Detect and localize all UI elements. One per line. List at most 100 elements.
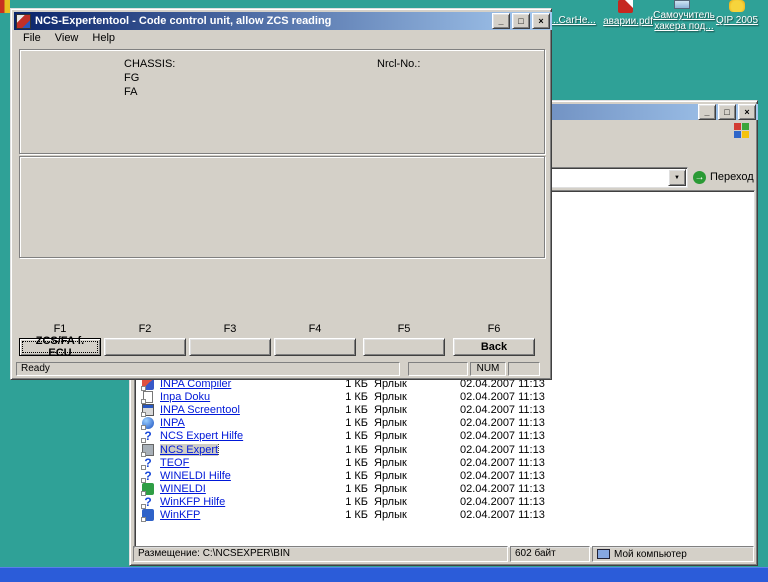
address-dropdown-icon[interactable] <box>668 169 686 186</box>
file-link[interactable]: INPA <box>160 417 185 429</box>
menu-file[interactable]: File <box>16 31 48 45</box>
ncs-menubar: File View Help <box>14 30 550 46</box>
file-link[interactable]: WINELDI <box>160 483 206 495</box>
menu-help[interactable]: Help <box>85 31 122 45</box>
f4-button[interactable] <box>274 338 356 356</box>
window-title: NCS-Expertentool - Code control unit, al… <box>35 15 332 27</box>
file-size: 1 КБ <box>345 509 368 522</box>
status-pane-num: NUM <box>470 362 506 376</box>
chassis-label: CHASSIS: <box>124 58 176 70</box>
go-button[interactable]: Переход <box>693 168 754 186</box>
file-type: Ярлык <box>374 469 407 482</box>
file-size: 1 КБ <box>345 390 368 403</box>
go-label: Переход <box>710 171 754 183</box>
file-date: 02.04.2007 11:13 <box>460 417 545 430</box>
file-date: 02.04.2007 11:13 <box>460 390 545 403</box>
file-date: 02.04.2007 11:13 <box>460 469 545 482</box>
fkey-label-f1: F1 <box>53 323 67 335</box>
status-message: Ready <box>16 362 400 376</box>
file-size: 1 КБ <box>345 443 368 456</box>
file-link[interactable]: NCS Expert <box>160 443 220 456</box>
qip-icon[interactable] <box>729 0 745 12</box>
desktop-icon-qip[interactable]: QIP 2005 <box>711 15 763 26</box>
f5-button[interactable] <box>363 338 445 356</box>
file-row: INPA Screentool 1 КБ Ярлык 02.04.2007 11… <box>136 403 753 417</box>
menu-view[interactable]: View <box>48 31 86 45</box>
file-link[interactable]: TEOF <box>160 457 189 469</box>
file-type: Ярлык <box>374 430 407 443</box>
status-zone: Мой компьютер <box>592 546 754 562</box>
file-link[interactable]: WinKFP Hilfe <box>160 496 225 508</box>
file-date: 02.04.2007 11:13 <box>460 483 545 496</box>
file-type: Ярлык <box>374 390 407 403</box>
file-type: Ярлык <box>374 483 407 496</box>
fkey-label-f5: F5 <box>397 323 411 335</box>
file-type: Ярлык <box>374 403 407 416</box>
file-type: Ярлык <box>374 496 407 509</box>
explorer-statusbar: Размещение: C:\NCSEXPER\BIN 602 байт Мой… <box>133 546 754 562</box>
file-date: 02.04.2007 11:13 <box>460 403 545 416</box>
f1-zcsfa-ecu-button[interactable]: ZCS/FA f. ECU <box>19 335 101 359</box>
taskbar[interactable] <box>0 567 768 582</box>
file-link[interactable]: WinKFP <box>160 509 200 521</box>
file-date: 02.04.2007 11:13 <box>460 430 545 443</box>
shortcut-file-icon <box>141 443 154 457</box>
shortcut-file-icon <box>141 430 154 444</box>
file-type: Ярлык <box>374 417 407 430</box>
file-row: TEOF 1 КБ Ярлык 02.04.2007 11:13 <box>136 456 753 470</box>
status-pane-cap <box>408 362 468 376</box>
book-icon[interactable] <box>674 0 690 9</box>
status-zone-label: Мой компьютер <box>614 548 687 560</box>
file-date: 02.04.2007 11:13 <box>460 456 545 469</box>
close-button[interactable]: × <box>738 104 756 120</box>
file-row-selected: NCS Expert 1 КБ Ярлык 02.04.2007 11:13 <box>136 443 753 457</box>
file-row: WinKFP 1 КБ Ярлык 02.04.2007 11:13 <box>136 509 753 523</box>
nrcl-label: Nrcl-No.: <box>377 58 421 70</box>
shortcut-file-icon <box>141 509 154 523</box>
shortcut-file-icon <box>141 457 154 470</box>
file-size: 1 КБ <box>345 417 368 430</box>
file-size: 1 КБ <box>345 483 368 496</box>
vehicle-info-panel: CHASSIS: FG FA Nrcl-No.: <box>19 49 545 154</box>
f6-back-button[interactable]: Back <box>453 338 535 356</box>
close-button[interactable]: × <box>532 13 550 29</box>
file-link[interactable]: WINELDI Hilfe <box>160 470 231 482</box>
file-size: 1 КБ <box>345 430 368 443</box>
file-type: Ярлык <box>374 443 407 456</box>
file-row: WINELDI 1 КБ Ярлык 02.04.2007 11:13 <box>136 483 753 497</box>
desktop-icon-hacker-book[interactable]: Самоучитель хакера под... <box>650 10 718 32</box>
file-list: INPA Compiler 1 КБ Ярлык 02.04.2007 11:1… <box>136 377 753 523</box>
f3-button[interactable] <box>189 338 271 356</box>
minimize-button[interactable]: _ <box>492 13 510 29</box>
maximize-button[interactable]: □ <box>512 13 530 29</box>
ncs-app-icon <box>16 13 31 29</box>
shortcut-file-icon <box>141 483 154 497</box>
my-computer-icon <box>597 549 610 559</box>
file-size: 1 КБ <box>345 469 368 482</box>
ncs-expertentool-window: NCS-Expertentool - Code control unit, al… <box>10 8 552 380</box>
desktop-icon-carhe[interactable]: ...CarHe... <box>544 15 602 26</box>
file-type: Ярлык <box>374 509 407 522</box>
windows-logo-icon <box>734 123 750 139</box>
file-link[interactable]: NCS Expert Hilfe <box>160 430 243 442</box>
minimize-button[interactable]: _ <box>698 104 716 120</box>
file-date: 02.04.2007 11:13 <box>460 496 545 509</box>
file-link[interactable]: INPA Screentool <box>160 404 240 416</box>
file-row: WINELDI Hilfe 1 КБ Ярлык 02.04.2007 11:1… <box>136 469 753 483</box>
ncs-titlebar[interactable]: NCS-Expertentool - Code control unit, al… <box>14 12 552 30</box>
status-pane-scrl <box>508 362 540 376</box>
desktop-corner-icon[interactable] <box>0 0 10 13</box>
file-link[interactable]: Inpa Doku <box>160 391 210 403</box>
output-panel <box>19 156 545 258</box>
file-row: WinKFP Hilfe 1 КБ Ярлык 02.04.2007 11:13 <box>136 496 753 510</box>
file-date: 02.04.2007 11:13 <box>460 509 545 522</box>
go-arrow-icon <box>693 170 706 184</box>
f2-button[interactable] <box>104 338 186 356</box>
shortcut-file-icon <box>141 470 154 483</box>
maximize-button[interactable]: □ <box>718 104 736 120</box>
desktop: ...CarHe... аварии.pdf Самоучитель хакер… <box>0 0 768 582</box>
file-row: Inpa Doku 1 КБ Ярлык 02.04.2007 11:13 <box>136 390 753 404</box>
shortcut-file-icon <box>141 390 154 404</box>
pdf-icon[interactable] <box>618 0 633 13</box>
file-date: 02.04.2007 11:13 <box>460 443 545 456</box>
